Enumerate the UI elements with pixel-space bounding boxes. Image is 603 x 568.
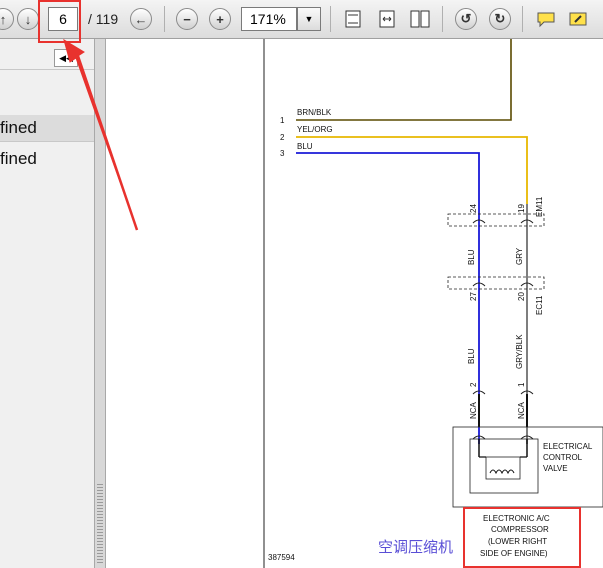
compressor-highlight (463, 507, 581, 568)
compressor-chinese-label: 空调压缩机 (378, 539, 454, 556)
annotation-arrow (63, 38, 139, 231)
